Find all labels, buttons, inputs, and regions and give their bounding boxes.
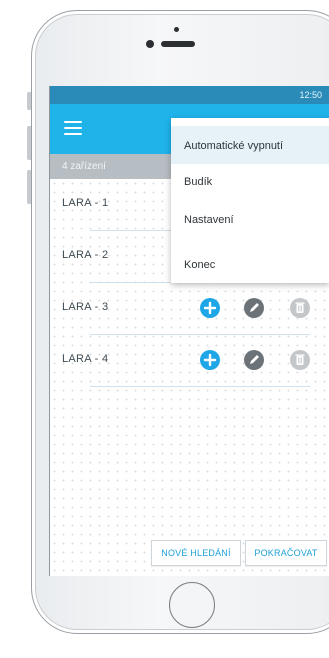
device-count: 4 zařízení [62,161,106,172]
menu-item-label: Nastavení [184,214,234,226]
continue-button[interactable]: POKRAČOVAT [245,540,327,566]
home-button[interactable] [169,582,215,628]
device-label: LARA - 4 [62,353,109,365]
plus-circle-icon[interactable] [200,298,220,318]
list-item[interactable]: LARA - 4 [50,335,329,387]
status-time: 12:50 [299,90,322,100]
menu-item-auto-off[interactable]: Automatické vypnutí [171,126,329,164]
menu-item-settings[interactable]: Nastavení [171,200,329,238]
pencil-icon[interactable] [244,350,264,370]
menu-item-label: Konec [184,259,216,271]
menu-item-label: Automatické vypnutí [184,140,284,152]
hamburger-icon[interactable] [64,121,82,135]
trash-icon[interactable] [290,350,310,370]
device-label: LARA - 3 [62,301,109,313]
status-bar: 12:50 [50,86,329,104]
overflow-menu: Automatické vypnutí Budík Nastavení Kone… [171,118,329,283]
menu-item-label: Budík [184,176,213,188]
menu-item-alarm[interactable]: Budík [171,162,329,200]
device-label: LARA - 2 [62,249,109,261]
proximity-sensor [174,27,179,32]
list-item[interactable]: LARA - 3 [50,283,329,335]
device-label: LARA - 1 [62,197,109,209]
plus-circle-icon[interactable] [200,350,220,370]
new-search-button[interactable]: NOVÉ HLEDÁNÍ [151,540,241,566]
row-divider [90,386,310,387]
earpiece-speaker [161,41,195,47]
stage: 12:50 4 zařízení LARA - 1 LARA - 2 LARA … [0,0,329,658]
front-camera [146,40,154,48]
trash-icon[interactable] [290,298,310,318]
menu-item-quit[interactable]: Konec [171,245,329,283]
pencil-icon[interactable] [244,298,264,318]
